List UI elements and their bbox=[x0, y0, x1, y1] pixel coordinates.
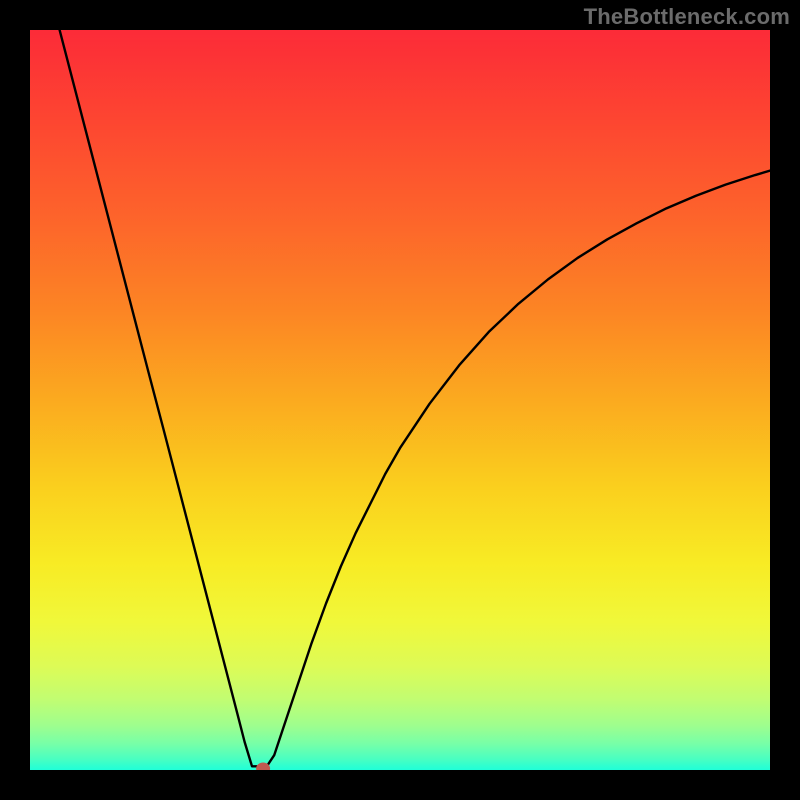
gradient-background bbox=[30, 30, 770, 770]
chart-frame: TheBottleneck.com bbox=[0, 0, 800, 800]
chart-svg bbox=[30, 30, 770, 770]
plot-area bbox=[30, 30, 770, 770]
watermark-text: TheBottleneck.com bbox=[584, 4, 790, 30]
